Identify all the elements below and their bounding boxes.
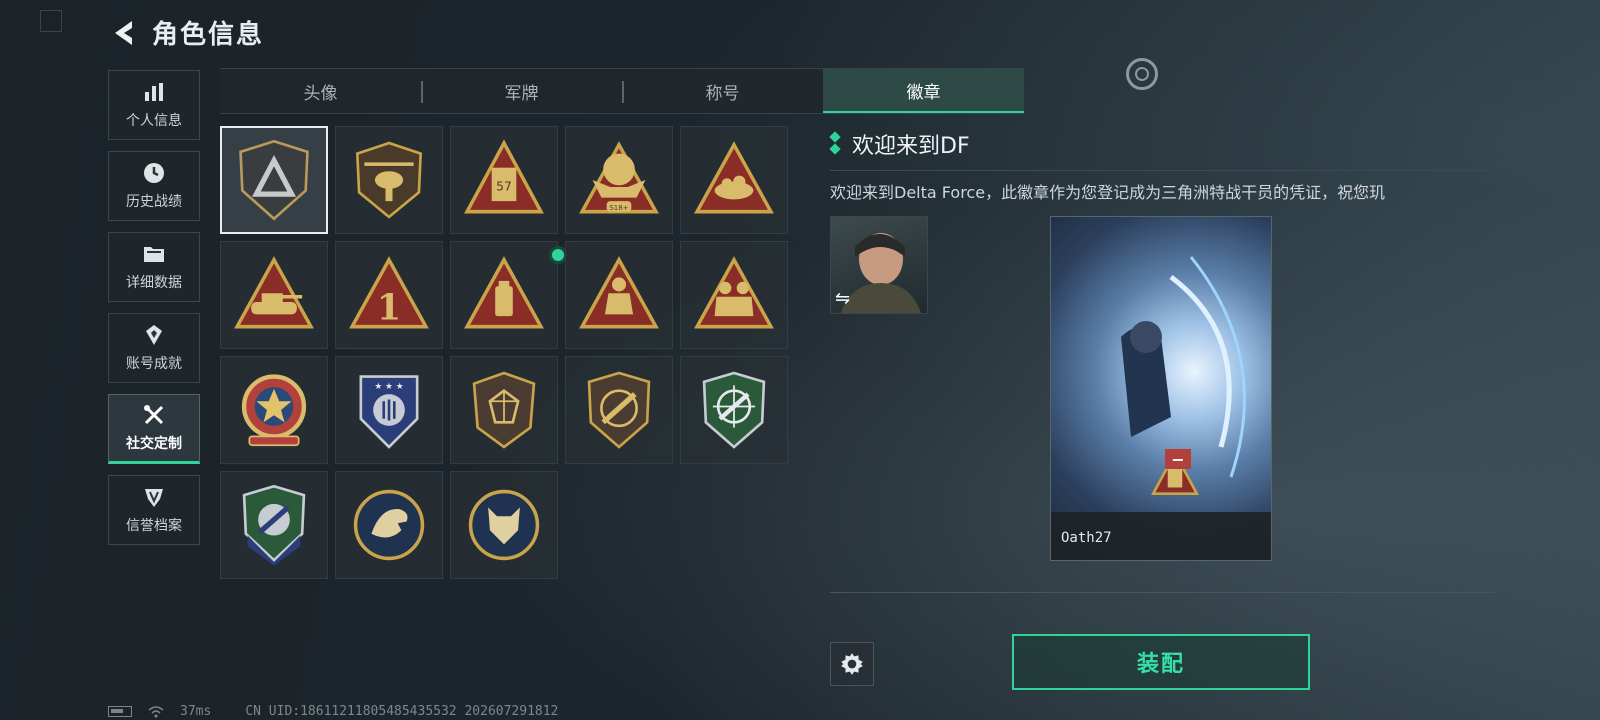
- badge-cell[interactable]: [335, 471, 443, 579]
- tab-badge[interactable]: 徽章: [823, 69, 1024, 113]
- star-eagle-emblem-icon: [241, 374, 307, 447]
- gem-shield-emblem-icon: [472, 371, 536, 449]
- badge-cell[interactable]: [220, 126, 328, 234]
- badge-cell[interactable]: 1: [335, 241, 443, 349]
- wifi-icon: [148, 705, 164, 717]
- badge-cell[interactable]: [680, 126, 788, 234]
- badge-cell[interactable]: S18+: [565, 126, 673, 234]
- badge-cell[interactable]: [220, 471, 328, 579]
- target-icon[interactable]: [1126, 58, 1158, 90]
- swap-icon[interactable]: ⇋: [835, 288, 850, 309]
- squad-badge-icon: [694, 256, 774, 329]
- rifle-shield-emblem-icon: [587, 371, 651, 449]
- sidebar: 个人信息 历史战绩 详细数据 账号成就 社交定制 信誉档案: [108, 70, 200, 556]
- badge-cell[interactable]: [450, 471, 558, 579]
- blue-stars-emblem-icon: ★ ★ ★: [359, 375, 419, 449]
- player-name: Oath27: [1061, 530, 1112, 546]
- badge-cell[interactable]: [220, 356, 328, 464]
- tools-icon: [144, 405, 164, 425]
- gear-icon: [841, 653, 863, 675]
- badge-cell[interactable]: [450, 356, 558, 464]
- corner-mark: [40, 10, 62, 32]
- sidebar-item-label: 历史战绩: [126, 194, 182, 210]
- green-crosshair-emblem-icon: [702, 371, 766, 449]
- badge-text: 57: [496, 180, 512, 194]
- status-bar: 37ms CN UID:1861121180548543553​2 202607…: [108, 704, 558, 719]
- sidebar-item-label: 详细数据: [126, 275, 182, 291]
- shield-icon: [145, 489, 163, 507]
- badge-cell[interactable]: [565, 241, 673, 349]
- delta-shield-badge-icon: [239, 139, 309, 221]
- badge-cell[interactable]: [680, 241, 788, 349]
- wolf-head-emblem-icon: [468, 489, 540, 561]
- clock-icon: [144, 163, 164, 183]
- explosion-s18-badge-icon: S18+: [579, 141, 659, 214]
- number-one-badge-icon: 1: [349, 256, 429, 329]
- badge-cell[interactable]: [450, 241, 567, 349]
- sidebar-item-label: 信誉档案: [126, 518, 182, 534]
- badge-text: S18+: [609, 203, 628, 212]
- bar-chart-icon: [145, 83, 163, 101]
- tab-dogtag[interactable]: 军牌: [421, 69, 622, 113]
- badge-cell[interactable]: [220, 241, 328, 349]
- sidebar-item-social-custom[interactable]: 社交定制: [108, 394, 200, 464]
- achievement-icon: [146, 325, 162, 345]
- badge-cell[interactable]: 57: [450, 126, 558, 234]
- divider: [830, 592, 1494, 593]
- sidebar-item-achievements[interactable]: 账号成就: [108, 313, 200, 383]
- badge-description: 欢迎来到Delta Force，此徽章作为您登记成为三角洲特战干员的凭证，祝您玑: [830, 170, 1494, 203]
- sidebar-item-label: 账号成就: [126, 356, 182, 372]
- tab-bar: 头像 军牌 称号 徽章: [220, 68, 1024, 114]
- eagle-head-emblem-icon: [353, 489, 425, 561]
- sidebar-item-detailed-data[interactable]: 详细数据: [108, 232, 200, 302]
- svg-text:★ ★ ★: ★ ★ ★: [374, 382, 403, 392]
- equip-button[interactable]: 装配: [1012, 634, 1310, 690]
- diamond-icon: [830, 133, 840, 155]
- sidebar-item-label: 个人信息: [126, 113, 182, 129]
- sidebar-item-personal-info[interactable]: 个人信息: [108, 70, 200, 140]
- helicopter-badge-icon: [355, 141, 423, 219]
- sidebar-item-credit-record[interactable]: 信誉档案: [108, 475, 200, 545]
- battery-icon: [108, 706, 132, 717]
- back-button[interactable]: [108, 15, 138, 51]
- badge-cell[interactable]: ★ ★ ★: [335, 356, 443, 464]
- tank-badge-icon: [234, 256, 314, 329]
- uid-text: CN UID:1861121180548543553​2 20260729181…: [245, 704, 559, 719]
- page-title: 角色信息: [152, 20, 265, 50]
- sidebar-item-match-history[interactable]: 历史战绩: [108, 151, 200, 221]
- card-57-badge-icon: 57: [464, 139, 544, 214]
- operator-avatar[interactable]: ⇋: [830, 216, 928, 314]
- usb-badge-icon: [464, 256, 544, 329]
- badge-title: 欢迎来到DF: [852, 134, 970, 159]
- header: 角色信息: [108, 14, 264, 51]
- badge-title-row: 欢迎来到DF: [830, 128, 1494, 160]
- settings-button[interactable]: [830, 642, 874, 686]
- crouch-soldier-badge-icon: [579, 256, 659, 329]
- tab-title[interactable]: 称号: [622, 69, 823, 113]
- badge-cell[interactable]: [335, 126, 443, 234]
- ping-text: 37ms: [180, 704, 212, 719]
- badge-detail-panel: 欢迎来到DF 欢迎来到Delta Force，此徽章作为您登记成为三角洲特战干员…: [830, 128, 1494, 203]
- badge-grid: 57 S18+ 1 ★ ★ ★: [220, 126, 788, 579]
- blue-knife-emblem-icon: [242, 484, 306, 566]
- remove-badge-button[interactable]: −: [1165, 449, 1191, 469]
- badge-cell[interactable]: [680, 356, 788, 464]
- back-arrow-icon: [115, 20, 132, 45]
- player-card: − Oath27: [1050, 216, 1272, 561]
- tab-avatar[interactable]: 头像: [220, 69, 421, 113]
- sidebar-item-label: 社交定制: [126, 436, 182, 452]
- badge-cell[interactable]: [565, 356, 673, 464]
- badge-text: 1: [377, 288, 401, 329]
- folder-icon: [144, 247, 164, 262]
- nest-badge-icon: [694, 141, 774, 214]
